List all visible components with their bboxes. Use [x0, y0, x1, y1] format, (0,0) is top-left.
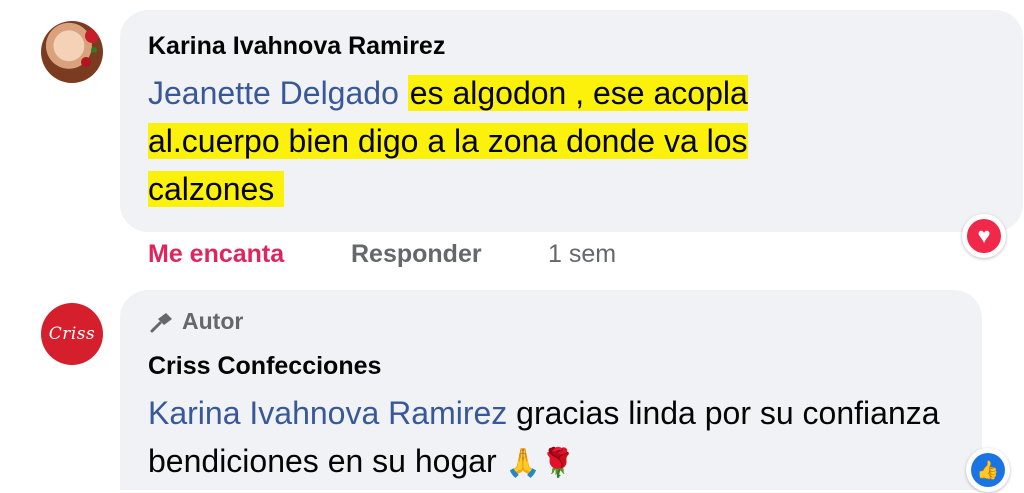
- comment-author[interactable]: Karina Ivahnova Ramirez: [148, 32, 445, 61]
- like-icon: 👍: [971, 453, 1005, 487]
- heart-icon: ♥: [967, 219, 1001, 253]
- avatar-logo-text: Criss: [48, 324, 96, 344]
- reaction-badge[interactable]: 👍: [966, 448, 1010, 492]
- microphone-icon: [150, 312, 172, 332]
- timestamp[interactable]: 1 sem: [548, 240, 616, 269]
- reaction-button[interactable]: Me encanta: [148, 240, 284, 269]
- author-badge-label: Autor: [182, 308, 244, 334]
- comment-text: Karina Ivahnova Ramirez gracias linda po…: [148, 389, 948, 487]
- rose-decoration: [85, 29, 99, 43]
- emoji-pray-rose: 🙏🌹: [505, 447, 576, 478]
- comment-author[interactable]: Criss Confecciones: [148, 352, 381, 381]
- author-badge: Autor: [148, 308, 243, 335]
- reaction-badge[interactable]: ♥: [962, 214, 1006, 258]
- mention-link[interactable]: Jeanette Delgado: [148, 75, 399, 111]
- avatar[interactable]: [41, 21, 103, 83]
- comment-text: Jeanette Delgado es algodon , ese acopla…: [148, 69, 888, 213]
- reply-button[interactable]: Responder: [351, 240, 482, 269]
- mention-link[interactable]: Karina Ivahnova Ramirez: [148, 395, 507, 431]
- avatar[interactable]: Criss: [41, 303, 103, 365]
